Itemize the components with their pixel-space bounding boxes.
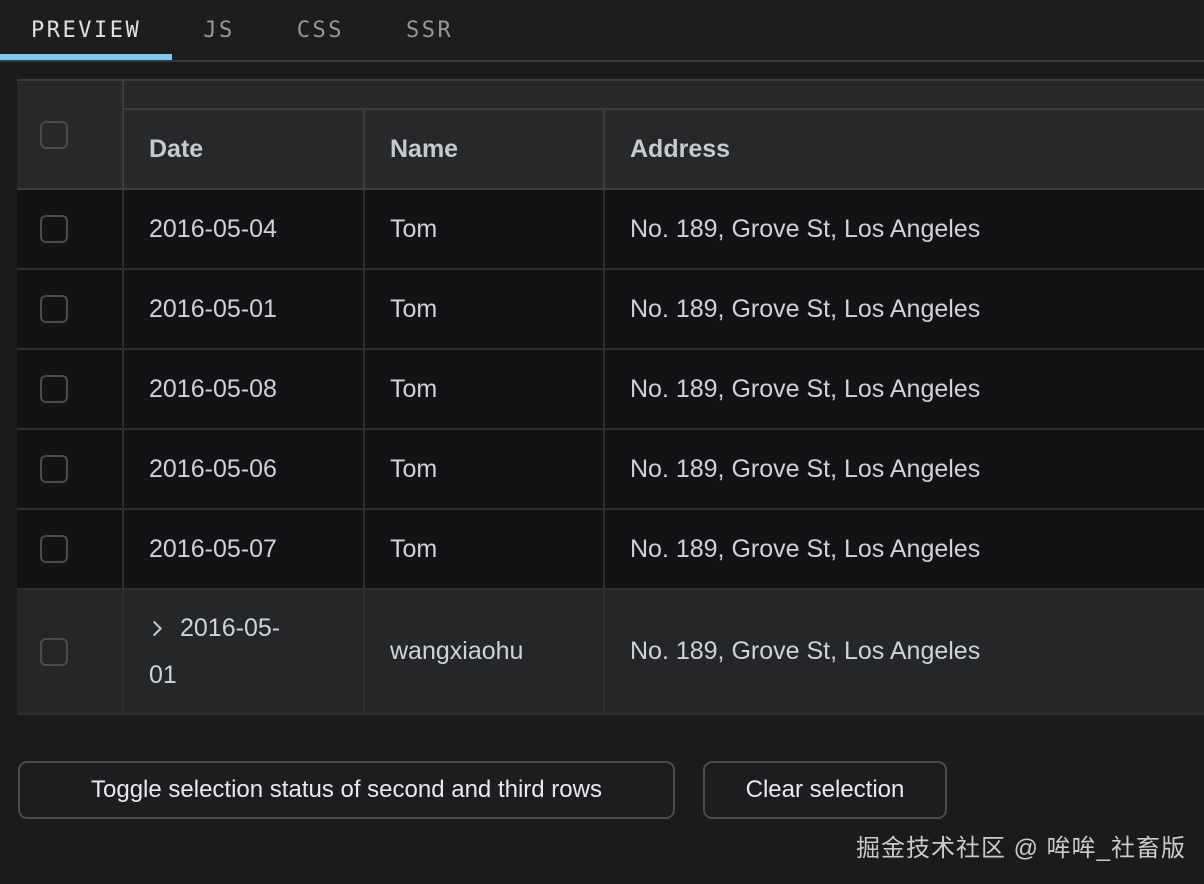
row-name-cell: Tom — [365, 350, 605, 428]
watermark: 掘金技术社区 @ 哞哞_社畜版 — [856, 828, 1186, 863]
table-header: Date Name Address — [17, 81, 1204, 190]
column-header-date-label: Date — [149, 135, 203, 164]
tab-ssr-label: SSR — [406, 18, 453, 43]
row-name-value: Tom — [390, 215, 437, 244]
row-address-cell: No. 189, Grove St, Los Angeles — [605, 270, 1204, 348]
row-address-cell: No. 189, Grove St, Los Angeles — [605, 510, 1204, 588]
table-row[interactable]: 2016-05-01 Tom No. 189, Grove St, Los Ange… — [17, 270, 1204, 350]
active-tab-indicator — [0, 54, 172, 60]
row-date-cell: 2016-05-06 — [124, 430, 365, 508]
row-checkbox[interactable] — [40, 638, 68, 666]
row-select-cell — [17, 270, 124, 348]
tab-preview[interactable]: PREVIEW — [0, 0, 172, 60]
clear-selection-button[interactable]: Clear selection — [703, 761, 947, 819]
tab-ssr[interactable]: SSR — [375, 0, 484, 60]
tab-css-label: CSS — [297, 18, 344, 43]
row-date-cell: 2016-05-01 — [124, 590, 365, 713]
row-address-cell: No. 189, Grove St, Los Angeles — [605, 190, 1204, 268]
row-select-cell — [17, 590, 124, 713]
expand-arrow-icon[interactable] — [149, 620, 166, 637]
tab-js-label: JS — [203, 18, 235, 43]
column-header-address-label: Address — [630, 135, 730, 164]
row-checkbox[interactable] — [40, 455, 68, 483]
row-address-value: No. 189, Grove St, Los Angeles — [630, 215, 980, 244]
row-date-cell: 2016-05-01 — [124, 270, 365, 348]
table-row[interactable]: 2016-05-08 Tom No. 189, Grove St, Los Ange… — [17, 350, 1204, 430]
table-header-columns: Date Name Address — [124, 81, 1204, 188]
tab-preview-label: PREVIEW — [31, 18, 141, 43]
row-checkbox[interactable] — [40, 295, 68, 323]
row-checkbox[interactable] — [40, 375, 68, 403]
row-checkbox[interactable] — [40, 215, 68, 243]
row-address-value: No. 189, Grove St, Los Angeles — [630, 455, 980, 484]
column-header-date: Date — [124, 110, 365, 188]
row-date-value: 2016-05-08 — [149, 375, 277, 403]
row-name-value: wangxiaohu — [390, 637, 523, 666]
row-checkbox[interactable] — [40, 535, 68, 563]
column-header-name: Name — [365, 110, 605, 188]
table-row[interactable]: 2016-05-04 Tom No. 189, Grove St, Los Ange… — [17, 190, 1204, 270]
row-address-value: No. 189, Grove St, Los Angeles — [630, 375, 980, 404]
row-select-cell — [17, 510, 124, 588]
row-date-value: 2016-05-01 — [149, 614, 280, 689]
table-body: 2016-05-04 Tom No. 189, Grove St, Los Ange… — [17, 190, 1204, 715]
row-name-value: Tom — [390, 455, 437, 484]
row-select-cell — [17, 430, 124, 508]
tab-js[interactable]: JS — [172, 0, 266, 60]
row-name-cell: Tom — [365, 270, 605, 348]
row-date-value: 2016-05-04 — [149, 215, 277, 243]
action-buttons: Toggle selection status of second and th… — [18, 761, 947, 819]
tab-css[interactable]: CSS — [266, 0, 375, 60]
data-table: Date Name Address 2016-05-04 Tom No. 189, … — [17, 79, 1204, 715]
row-address-value: No. 189, Grove St, Los Angeles — [630, 295, 980, 324]
column-header-name-label: Name — [390, 135, 458, 164]
row-name-cell: wangxiaohu — [365, 590, 605, 713]
row-date-cell: 2016-05-04 — [124, 190, 365, 268]
row-date-value: 2016-05-01 — [149, 295, 277, 323]
row-select-cell — [17, 190, 124, 268]
table-row[interactable]: 2016-05-01 wangxiaohu No. 189, Grove St, L… — [17, 590, 1204, 715]
row-name-cell: Tom — [365, 430, 605, 508]
row-date-value: 2016-05-07 — [149, 535, 277, 563]
row-address-value: No. 189, Grove St, Los Angeles — [630, 535, 980, 564]
column-header-address: Address — [605, 110, 1204, 188]
row-date-cell: 2016-05-07 — [124, 510, 365, 588]
row-select-cell — [17, 350, 124, 428]
row-date-value: 2016-05-06 — [149, 455, 277, 483]
select-all-cell — [17, 81, 124, 188]
toggle-selection-button[interactable]: Toggle selection status of second and th… — [18, 761, 675, 819]
row-address-cell: No. 189, Grove St, Los Angeles — [605, 430, 1204, 508]
row-address-cell: No. 189, Grove St, Los Angeles — [605, 590, 1204, 713]
row-date-cell: 2016-05-08 — [124, 350, 365, 428]
row-name-value: Tom — [390, 375, 437, 404]
row-name-value: Tom — [390, 295, 437, 324]
row-name-cell: Tom — [365, 190, 605, 268]
row-address-value: No. 189, Grove St, Los Angeles — [630, 637, 980, 666]
select-all-checkbox[interactable] — [40, 121, 68, 149]
table-row[interactable]: 2016-05-07 Tom No. 189, Grove St, Los Ange… — [17, 510, 1204, 590]
row-address-cell: No. 189, Grove St, Los Angeles — [605, 350, 1204, 428]
row-name-value: Tom — [390, 535, 437, 564]
row-name-cell: Tom — [365, 510, 605, 588]
header-top-strip — [124, 81, 1204, 110]
table-row[interactable]: 2016-05-06 Tom No. 189, Grove St, Los Ange… — [17, 430, 1204, 510]
tab-bar: PREVIEW JS CSS SSR — [0, 0, 1204, 62]
preview-stage: Date Name Address 2016-05-04 Tom No. 189, … — [0, 62, 1204, 882]
header-cells: Date Name Address — [124, 110, 1204, 188]
